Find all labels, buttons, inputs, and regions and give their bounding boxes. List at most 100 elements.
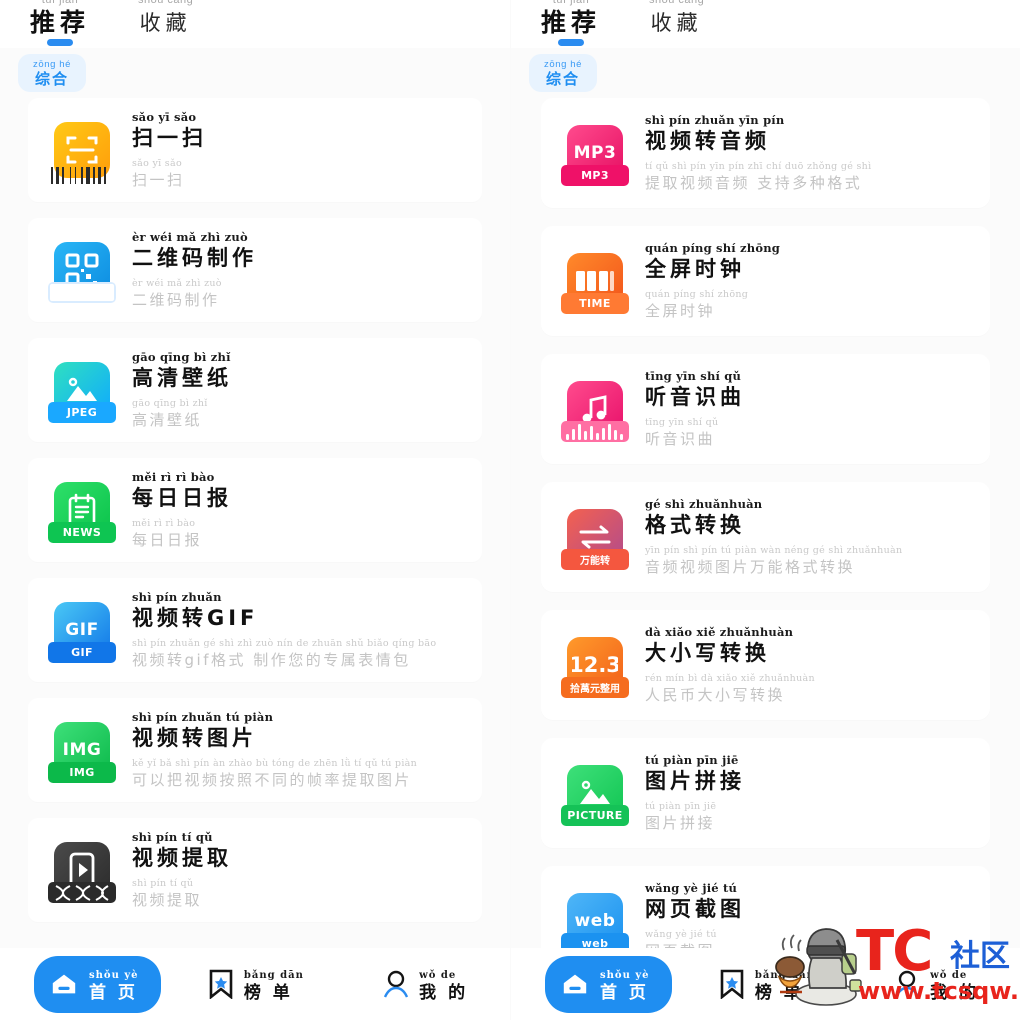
tool-desc-pinyin: tú piàn pīn jiē xyxy=(645,800,717,812)
video-to-gif-icon: GIF GIF xyxy=(48,602,116,663)
icon-badge: JPEG xyxy=(48,402,116,423)
tool-title: 大小写转换 xyxy=(645,640,770,665)
tool-desc-pinyin: tí qǔ shì pín yīn pín zhī chí duō zhǒng … xyxy=(645,160,872,172)
nav-item-pinyin: bǎng dān xyxy=(754,969,815,981)
tool-desc: 二维码制作 xyxy=(132,290,220,309)
user-icon xyxy=(893,970,921,998)
tool-title-pinyin: wǎng yè jié tú xyxy=(645,880,738,895)
nav-item-pinyin: shǒu yè xyxy=(89,969,139,981)
tool-title-pinyin: dà xiǎo xiě zhuǎnhuàn xyxy=(645,624,794,639)
tool-title: 视频提取 xyxy=(132,845,232,870)
top-tabs-left: tuī jiàn 推荐 shōu cáng 收藏 xyxy=(26,0,197,46)
tool-title: 听音识曲 xyxy=(645,384,745,409)
bookmark-star-icon xyxy=(718,969,746,999)
tool-desc-pinyin: shì pín zhuǎn gé shì zhì zuò nín de zhuā… xyxy=(132,637,437,649)
tool-list-item[interactable]: GIF GIF shì pín zhuǎn 视频转GIF shì pín zhuǎn g… xyxy=(28,578,482,682)
category-chip-general[interactable]: zōng hé 综合 xyxy=(18,54,86,92)
nav-item-label: 我 的 xyxy=(930,982,980,1003)
tool-desc: 人民币大小写转换 xyxy=(645,685,786,704)
tool-desc-pinyin: gāo qīng bì zhǐ xyxy=(132,397,208,409)
tool-title: 视频转GIF xyxy=(132,605,259,630)
nav-item-label-group: shǒu yè 首 页 xyxy=(600,965,650,1004)
image-stitch-icon: PICTURE xyxy=(561,765,629,826)
tool-title-pinyin: shì pín zhuǎn xyxy=(132,589,222,604)
tool-list-item[interactable]: 12.3拾萬元整用 dà xiǎo xiě zhuǎnhuàn大小写转换 rén m… xyxy=(541,610,990,720)
category-chip-pinyin: zōng hé xyxy=(543,58,582,70)
video-extract-icon xyxy=(48,842,116,903)
tab-recommend-pinyin: tuī jiàn xyxy=(552,0,590,6)
nav-item-home[interactable]: shǒu yè 首 页 xyxy=(545,955,672,1013)
tool-desc: 高清壁纸 xyxy=(132,410,203,429)
tool-title: 视频转音频 xyxy=(645,128,770,153)
bottom-nav-left: shǒu yè 首 页 bǎng dān 榜 单 wǒ de 我 的 xyxy=(0,948,510,1020)
tool-list-item[interactable]: èr wéi mǎ zhì zuò 二维码制作 èr wéi mǎ zhì zuò 二… xyxy=(28,218,482,322)
qrcode-maker-icon xyxy=(48,242,116,303)
tool-desc: 听音识曲 xyxy=(645,429,716,448)
tool-item-text: gāo qīng bì zhǐ 高清壁纸 gāo qīng bì zhǐ 高清壁纸 xyxy=(132,350,482,431)
nav-item-label-group: wǒ de 我 的 xyxy=(930,965,979,1004)
icon-badge xyxy=(48,882,116,903)
tab-recommend-label: 推荐 xyxy=(541,8,602,37)
icon-badge xyxy=(48,282,116,303)
tool-list-item[interactable]: sǎo yī sǎo 扫一扫 sǎo yī sǎo 扫一扫 xyxy=(28,98,482,202)
tool-title: 高清壁纸 xyxy=(132,365,232,390)
scan-qr-icon xyxy=(51,122,110,184)
home-icon xyxy=(50,970,78,998)
nav-item-bookmark-star[interactable]: bǎng dān 榜 单 xyxy=(171,965,341,1004)
tool-desc-pinyin: wǎng yè jié tú xyxy=(645,928,717,940)
nav-item-label-group: shǒu yè 首 页 xyxy=(89,965,139,1004)
tool-item-text: shì pín zhuǎn tú piàn 视频转图片 kě yǐ bǎ shì p… xyxy=(132,710,482,791)
tab-favorites[interactable]: shōu cáng 收藏 xyxy=(134,0,197,39)
video-to-image-icon: IMG IMG xyxy=(48,722,116,783)
nav-item-pinyin: wǒ de xyxy=(930,969,968,981)
tool-item-text: shì pín zhuǎn 视频转GIF shì pín zhuǎn gé shì … xyxy=(132,590,482,671)
tool-title-pinyin: měi rì rì bào xyxy=(132,469,215,484)
tool-list-item[interactable]: JPEG gāo qīng bì zhǐ 高清壁纸 gāo qīng bì zhǐ 高清… xyxy=(28,338,482,442)
tool-title-pinyin: shì pín tí qǔ xyxy=(132,829,213,844)
nav-item-label: 首 页 xyxy=(600,982,649,1003)
tool-title-pinyin: èr wéi mǎ zhì zuò xyxy=(132,229,248,244)
icon-badge xyxy=(561,421,629,442)
tool-list-item[interactable]: NEWS měi rì rì bào 每日日报 měi rì rì bào 每日日报 xyxy=(28,458,482,562)
tab-active-indicator xyxy=(558,39,584,46)
tool-title: 二维码制作 xyxy=(132,245,257,270)
nav-item-pinyin: bǎng dān xyxy=(243,969,304,981)
nav-item-user[interactable]: wǒ de 我 的 xyxy=(340,965,510,1004)
icon-badge xyxy=(48,165,116,186)
bottom-nav-right: shǒu yè 首 页 bǎng dān 榜 单 wǒ de 我 的 xyxy=(511,948,1020,1020)
category-chip-pinyin: zōng hé xyxy=(32,58,71,70)
tool-list-item[interactable]: MP3 MP3 shì pín zhuǎn yīn pín 视频转音频 tí qǔ sh… xyxy=(541,98,990,208)
nav-item-bookmark-star[interactable]: bǎng dān 榜 单 xyxy=(682,965,852,1004)
tab-recommend[interactable]: tuī jiàn 推荐 xyxy=(26,0,94,46)
tool-list-item[interactable]: tīng yīn shí qǔ 听音识曲 tīng yīn shí qǔ 听音识曲 xyxy=(541,354,990,464)
icon-badge: GIF xyxy=(48,642,116,663)
tool-list-left: sǎo yī sǎo 扫一扫 sǎo yī sǎo 扫一扫 èr wéi mǎ zhì … xyxy=(0,98,510,922)
tab-recommend[interactable]: tuī jiàn 推荐 xyxy=(537,0,605,46)
tab-recommend-label: 推荐 xyxy=(30,8,91,37)
nav-item-home[interactable]: shǒu yè 首 页 xyxy=(34,955,161,1013)
format-convert-icon: 万能转 xyxy=(561,509,629,570)
tool-list-item[interactable]: PICTURE tú piàn pīn jiē 图片拼接 tú piàn pīn ji… xyxy=(541,738,990,848)
tool-title: 网页截图 xyxy=(645,896,745,921)
daily-news-icon: NEWS xyxy=(48,482,116,543)
tool-list-item[interactable]: TIME quán píng shí zhōng 全屏时钟 quán píng shí… xyxy=(541,226,990,336)
nav-item-user[interactable]: wǒ de 我 的 xyxy=(851,965,1020,1004)
tool-list-item[interactable]: shì pín tí qǔ 视频提取 shì pín tí qǔ 视频提取 xyxy=(28,818,482,922)
tool-list-item[interactable]: 万能转 gé shì zhuǎnhuàn 格式转换 yīn pín shì pín t… xyxy=(541,482,990,592)
tool-title-pinyin: sǎo yī sǎo xyxy=(132,109,197,124)
category-chip-label: 综合 xyxy=(545,69,580,88)
tool-desc-pinyin: tīng yīn shí qǔ xyxy=(645,416,719,428)
tool-desc-pinyin: yīn pín shì pín tú piàn wàn néng gé shì … xyxy=(645,544,903,556)
tool-title: 图片拼接 xyxy=(645,768,745,793)
tool-desc: 提取视频音频 支持多种格式 xyxy=(645,173,863,192)
nav-item-label-group: wǒ de 我 的 xyxy=(419,965,468,1004)
tool-desc-pinyin: sǎo yī sǎo xyxy=(132,157,182,169)
nav-item-label: 榜 单 xyxy=(243,982,293,1003)
category-chip-general[interactable]: zōng hé 综合 xyxy=(529,54,597,92)
tool-list-item[interactable]: IMG IMG shì pín zhuǎn tú piàn 视频转图片 kě yǐ bǎ… xyxy=(28,698,482,802)
tool-title: 全屏时钟 xyxy=(645,256,745,281)
tab-favorites[interactable]: shōu cáng 收藏 xyxy=(645,0,708,39)
tool-item-text: tīng yīn shí qǔ 听音识曲 tīng yīn shí qǔ 听音识曲 xyxy=(645,369,990,450)
nav-item-label-group: bǎng dān 榜 单 xyxy=(755,965,815,1004)
tab-active-indicator xyxy=(47,39,73,46)
